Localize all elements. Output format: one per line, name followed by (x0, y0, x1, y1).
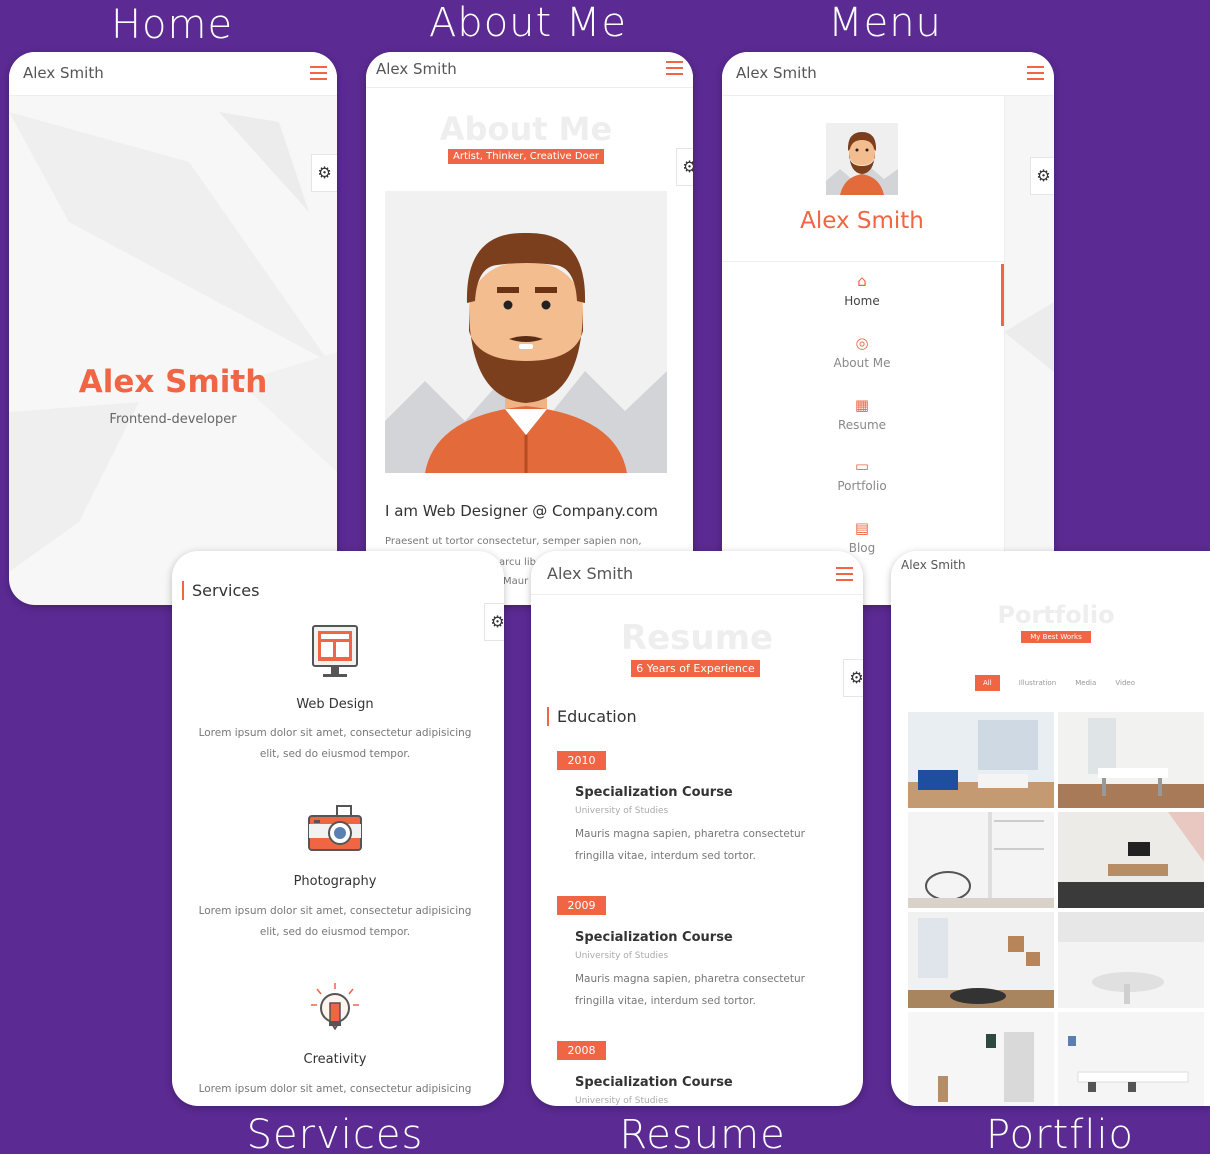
ghost-title: Resume (620, 618, 774, 658)
top-bar: Alex Smith (9, 52, 337, 96)
menu-item-label: Home (844, 294, 880, 308)
top-bar: Alex Smith (366, 52, 693, 88)
side-menu-panel: Alex Smith ⌂ Home ◎ About Me ▦ Resume ▭ … (722, 96, 1005, 605)
phone-portfolio: Alex Smith Portfolio My Best Works All I… (891, 551, 1210, 1106)
menu-divider (722, 261, 1005, 262)
menu-item-label: About Me (833, 356, 891, 370)
menu-avatar (826, 123, 898, 195)
portfolio-image[interactable] (908, 1012, 1054, 1106)
phone-home: Alex Smith ⚙ Alex Smith Frontend-develop… (9, 52, 337, 605)
service-description: Lorem ipsum dolor sit amet, consectetur … (198, 1083, 472, 1095)
course-title: Specialization Course (575, 930, 733, 945)
gear-icon[interactable]: ⚙ (311, 154, 337, 192)
about-paragraph-fragment: Maur (503, 576, 529, 587)
gear-icon[interactable]: ⚙ (843, 659, 863, 697)
hamburger-menu-icon[interactable] (1027, 66, 1044, 80)
service-name: Photography (293, 874, 377, 889)
avatar-illustration (385, 191, 667, 473)
filter-tab-illustration[interactable]: Illustration (1019, 679, 1056, 687)
year-badge: 2010 (557, 751, 606, 770)
gear-icon[interactable]: ⚙ (484, 603, 504, 641)
menu-item-home[interactable]: ⌂ Home (722, 272, 1002, 308)
university-name: University of Studies (575, 951, 669, 961)
monitor-icon (312, 625, 358, 677)
background-shapes (9, 112, 337, 572)
service-name: Creativity (303, 1052, 367, 1067)
menu-item-label: Resume (837, 418, 887, 432)
ghost-title: About Me (439, 110, 613, 148)
section-title: Services (182, 581, 259, 600)
menu-name: Alex Smith (800, 208, 924, 234)
tagline-badge: Artist, Thinker, Creative Doer (448, 149, 604, 164)
document-icon: ▤ (854, 519, 870, 537)
section-title: Education (547, 707, 637, 726)
ghost-title: Portfolio (997, 601, 1115, 629)
portfolio-image[interactable] (908, 812, 1054, 908)
hamburger-menu-icon[interactable] (836, 567, 853, 581)
about-headline: I am Web Designer @ Company.com (385, 502, 658, 520)
portfolio-image[interactable] (1058, 712, 1204, 808)
lightbulb-pencil-icon (311, 983, 359, 1031)
caption-resume: Resume (619, 1112, 786, 1154)
calendar-icon: ▦ (854, 396, 870, 414)
phone-services: Services ⚙ Web Design Lorem ipsum dolor … (172, 551, 504, 1106)
service-description: Lorem ipsum dolor sit amet, consectetur … (198, 727, 472, 760)
menu-item-blog[interactable]: ▤ Blog (722, 519, 1002, 555)
top-bar: Alex Smith (891, 551, 1210, 581)
service-name: Web Design (296, 697, 374, 712)
gear-icon[interactable]: ⚙ (676, 148, 693, 186)
brand-name[interactable]: Alex Smith (376, 60, 457, 78)
university-name: University of Studies (575, 1096, 669, 1106)
course-description: Mauris magna sapien, pharetra consectetu… (575, 973, 805, 1007)
phone-resume: Alex Smith Resume 6 Years of Experience … (531, 551, 863, 1106)
hero-role: Frontend-developer (109, 412, 237, 427)
tagline-badge: My Best Works (1021, 631, 1091, 643)
filter-tab-video[interactable]: Video (1115, 679, 1135, 687)
brand-name[interactable]: Alex Smith (901, 558, 966, 572)
user-icon: ◎ (855, 334, 869, 352)
gear-icon[interactable]: ⚙ (1030, 157, 1054, 195)
course-title: Specialization Course (575, 1075, 733, 1090)
phone-about: Alex Smith About Me Artist, Thinker, Cre… (366, 52, 693, 605)
about-paragraph: Praesent ut tortor consectetur, semper s… (385, 536, 642, 547)
menu-item-label: Portfolio (837, 479, 887, 493)
menu-item-resume[interactable]: ▦ Resume (722, 396, 1002, 432)
caption-menu: Menu (828, 0, 942, 46)
service-description: Lorem ipsum dolor sit amet, consectetur … (198, 905, 472, 938)
course-title: Specialization Course (575, 785, 733, 800)
hero-name: Alex Smith (78, 364, 268, 400)
university-name: University of Studies (575, 806, 669, 816)
top-bar: Alex Smith (531, 551, 863, 595)
portfolio-image[interactable] (908, 912, 1054, 1008)
brand-name[interactable]: Alex Smith (547, 564, 633, 583)
phone-menu: Alex Smith ⚙ Alex Smith ⌂ Home ◎ About M… (722, 52, 1054, 605)
portfolio-image[interactable] (908, 712, 1054, 808)
caption-home: Home (110, 2, 234, 48)
brand-name[interactable]: Alex Smith (23, 64, 104, 82)
course-description: Mauris magna sapien, pharetra consectetu… (575, 828, 805, 862)
tagline-badge: 6 Years of Experience (631, 660, 760, 677)
home-icon: ⌂ (857, 272, 867, 290)
brand-name[interactable]: Alex Smith (736, 64, 817, 82)
portfolio-filters: All Illustration Media Video (975, 670, 1175, 691)
portfolio-image[interactable] (1058, 912, 1204, 1008)
camera-icon (308, 805, 362, 851)
top-bar: Alex Smith (722, 52, 1054, 96)
briefcase-icon: ▭ (854, 457, 870, 475)
caption-about: About Me (428, 0, 628, 46)
menu-item-portfolio[interactable]: ▭ Portfolio (722, 457, 1002, 493)
portfolio-image[interactable] (1058, 1012, 1204, 1106)
year-badge: 2009 (557, 896, 606, 915)
hamburger-menu-icon[interactable] (666, 61, 683, 75)
portfolio-image[interactable] (1058, 812, 1204, 908)
caption-portfolio: Portflio (985, 1112, 1135, 1154)
hamburger-menu-icon[interactable] (310, 66, 327, 80)
year-badge: 2008 (557, 1041, 606, 1060)
menu-item-about[interactable]: ◎ About Me (722, 334, 1002, 370)
caption-services: Services (246, 1112, 424, 1154)
filter-tab-media[interactable]: Media (1075, 679, 1096, 687)
filter-tab-all[interactable]: All (975, 675, 1000, 691)
